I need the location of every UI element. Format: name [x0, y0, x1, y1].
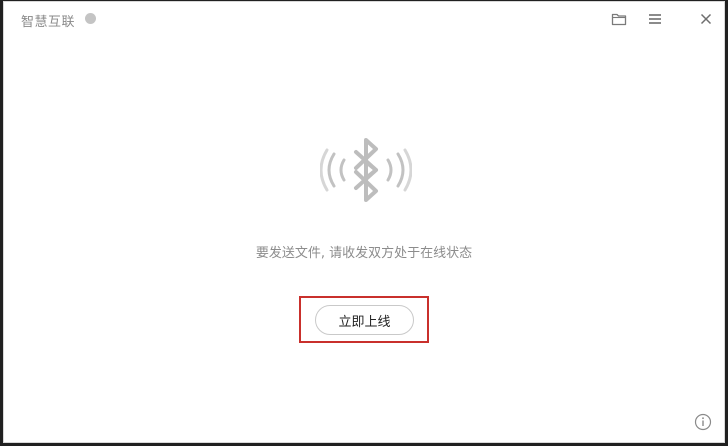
info-icon: [694, 413, 712, 431]
menu-button[interactable]: [644, 9, 666, 29]
close-icon: [700, 13, 712, 25]
open-folder-button[interactable]: [608, 9, 630, 29]
title-bar: 智慧互联: [4, 2, 724, 36]
info-button[interactable]: [694, 413, 712, 431]
app-window: 智慧互联 要发送文件, 请收发双方处于在线状态 立即上线: [4, 2, 724, 442]
go-online-button[interactable]: 立即上线: [315, 305, 414, 335]
folder-icon: [611, 13, 627, 26]
bluetooth-icon: [320, 138, 412, 202]
app-title: 智慧互联: [21, 15, 76, 30]
online-status-dot: [85, 13, 96, 24]
menu-icon: [649, 14, 661, 24]
close-button[interactable]: [695, 9, 717, 29]
online-hint-text: 要发送文件, 请收发双方处于在线状态: [255, 246, 473, 261]
